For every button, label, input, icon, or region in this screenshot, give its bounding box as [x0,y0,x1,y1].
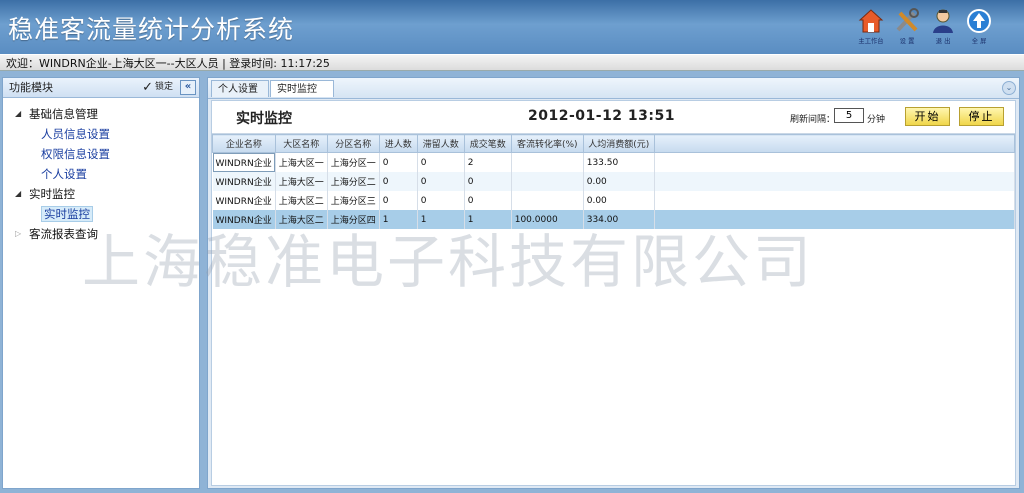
table-cell: 上海分区三 [327,191,380,210]
tools-icon [896,8,919,32]
table-cell: 0 [379,152,418,172]
sidebar-header: 功能模块 ✓ 锁定 « [3,78,199,98]
tab-bar: 个人设置 实时监控 X ⌄ [208,78,1019,113]
app-title: 稳准客流量统计分析系统 [8,15,295,44]
table-cell: WINDRN企业 [212,172,276,191]
table-row[interactable]: WINDRN企业 上海大区一 上海分区一 0 0 2 133.50 [212,152,1016,172]
table-cell: 0.00 [583,172,655,191]
monitor-content: 实时监控 2012-01-12 13:51 刷新间隔： 分钟 开始 停止 企业名… [211,100,1016,486]
up-arrow-icon [967,9,991,33]
table-cell: 上海大区二 [275,191,328,210]
home-label: 主工作台 [858,37,884,45]
table-row-selected[interactable]: WINDRN企业 上海大区二 上海分区四 1 1 1 100.0000 334.… [212,210,1016,229]
sidebar-title: 功能模块 [9,81,53,94]
fullscreen-label: 全 屏 [971,37,987,45]
sidebar-item-permission-settings[interactable]: 权限信息设置 [3,144,199,164]
user-icon [933,9,953,33]
column-header[interactable]: 成交笔数 [463,134,512,153]
refresh-unit-label: 分钟 [867,115,886,125]
tab-realtime-monitor[interactable]: 实时监控 X [270,80,334,113]
expand-arrow-icon: ◢ [15,109,22,118]
table-cell: 0 [379,172,418,191]
expand-arrow-icon: ◢ [15,189,22,198]
sidebar-item-staff-settings[interactable]: 人员信息设置 [3,124,199,144]
column-header[interactable]: 进人数 [378,134,418,153]
app-header: 稳准客流量统计分析系统 主工作台 设 置 退 出 全 屏 [0,0,1024,54]
collapsed-arrow-icon: ▷ [15,229,22,238]
column-header[interactable]: 人均消费额(元) [582,134,655,153]
column-header-filler [653,134,1016,153]
table-header-row: 企业名称 大区名称 分区名称 进人数 滞留人数 成交笔数 客流转化率(%) 人均… [212,134,1016,153]
column-header[interactable]: 大区名称 [274,134,328,153]
logout-button[interactable]: 退 出 [928,8,958,48]
stop-button[interactable]: 停止 [959,107,1004,126]
home-icon [858,9,884,33]
table-cell: WINDRN企业 [212,210,276,229]
home-button[interactable]: 主工作台 [856,8,886,48]
tab-personal-settings[interactable]: 个人设置 [211,80,269,97]
sidebar-item-traffic-reports[interactable]: ▷ 客流报表查询 [3,224,199,244]
settings-button[interactable]: 设 置 [892,8,922,48]
sidebar-item-realtime-group[interactable]: ◢ 实时监控 [3,184,199,204]
sidebar-item-realtime-monitor[interactable]: 实时监控 [3,204,199,224]
table-row[interactable]: WINDRN企业 上海大区一 上海分区二 0 0 0 0.00 [212,172,1016,191]
table-cell: 1 [417,210,465,229]
menu-tree: ◢ 基础信息管理 人员信息设置 权限信息设置 个人设置 ◢ 实时监控 实时监控 … [3,98,199,244]
table-cell: 100.0000 [511,210,584,229]
refresh-interval-input[interactable] [834,108,864,123]
sidebar: 功能模块 ✓ 锁定 « ◢ 基础信息管理 人员信息设置 权限信息设置 个人设置 … [2,77,200,489]
table-cell: 0 [417,152,465,172]
table-cell: 0 [417,191,465,210]
table-cell: 上海大区二 [275,210,328,229]
table-cell [511,191,584,210]
lock-label: 锁定 [154,82,173,92]
table-cell: 0 [379,191,418,210]
table-row[interactable]: WINDRN企业 上海大区二 上海分区三 0 0 0 0.00 [212,191,1016,210]
sidebar-item-personal-settings[interactable]: 个人设置 [3,164,199,184]
table-cell: 上海分区二 [327,172,380,191]
fullscreen-button[interactable]: 全 屏 [964,8,994,48]
column-header[interactable]: 滞留人数 [416,134,465,153]
tab-menu-icon[interactable]: ⌄ [1002,81,1016,95]
column-header[interactable]: 企业名称 [212,134,276,153]
table-cell: 2 [464,152,512,172]
current-datetime: 2012-01-12 13:51 [528,108,675,124]
table-cell: 上海大区一 [275,172,328,191]
checkmark-icon: ✓ [142,80,153,95]
start-button[interactable]: 开始 [905,107,950,126]
table-cell: 1 [379,210,418,229]
column-header[interactable]: 分区名称 [326,134,380,153]
column-header[interactable]: 客流转化率(%) [510,134,584,153]
welcome-bar: 欢迎：WINDRN企业-上海大区一--大区人员 | 登录时间: 11:17:25 [0,54,1024,71]
table-cell: 1 [464,210,512,229]
table-cell [511,152,584,172]
table-cell: WINDRN企业 [212,191,276,210]
settings-label: 设 置 [899,37,915,45]
sidebar-item-basic-info[interactable]: ◢ 基础信息管理 [3,104,199,124]
logout-label: 退 出 [935,37,951,45]
table-cell: 0 [464,191,512,210]
table-cell: 0 [464,172,512,191]
refresh-interval-label: 刷新间隔： [790,115,836,125]
monitor-toolbar: 实时监控 2012-01-12 13:51 刷新间隔： 分钟 开始 停止 [212,101,1015,134]
main-panel: 个人设置 实时监控 X ⌄ 实时监控 2012-01-12 13:51 刷新间隔… [207,77,1020,489]
table-cell: 上海分区四 [327,210,380,229]
monitor-table: 企业名称 大区名称 分区名称 进人数 滞留人数 成交笔数 客流转化率(%) 人均… [212,134,1016,229]
table-cell: 上海分区一 [327,152,380,172]
table-cell [511,172,584,191]
table-cell: 133.50 [583,152,655,172]
table-cell: 上海大区一 [275,152,328,172]
table-cell[interactable]: WINDRN企业 [212,152,276,172]
table-cell: 0 [417,172,465,191]
header-toolbar: 主工作台 设 置 退 出 全 屏 [856,8,994,48]
collapse-sidebar-button[interactable]: « [180,80,196,95]
table-cell: 334.00 [583,210,655,229]
page-title: 实时监控 [236,111,292,127]
lock-toggle[interactable]: ✓ 锁定 [142,78,173,97]
table-cell: 0.00 [583,191,655,210]
